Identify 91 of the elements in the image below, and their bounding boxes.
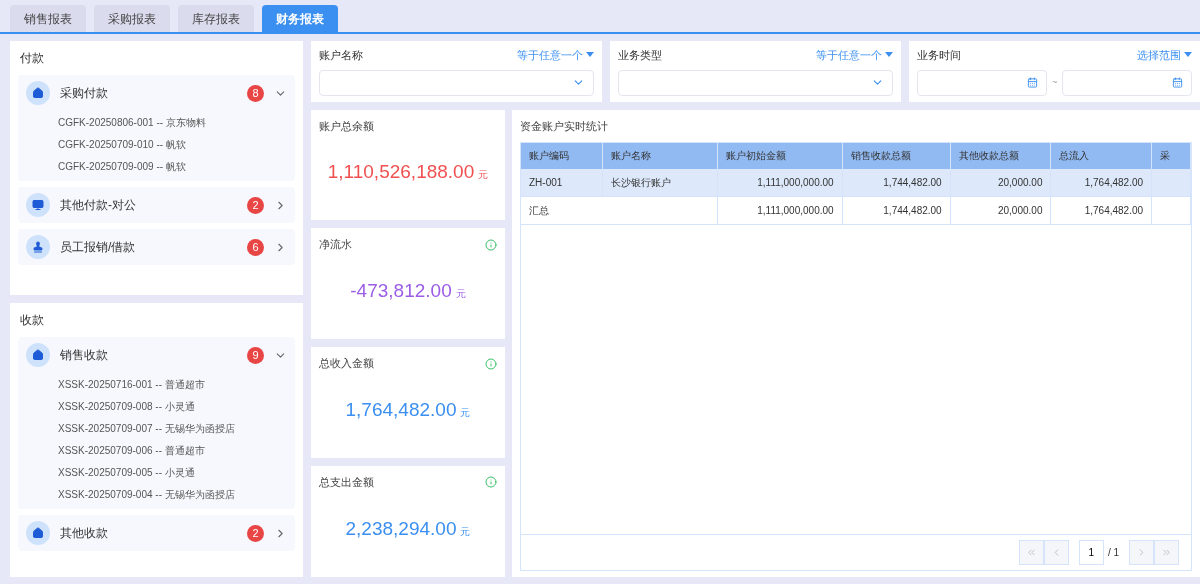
menu-subitem[interactable]: XSSK-20250709-006 -- 普通超市 xyxy=(58,439,295,461)
table-row[interactable]: ZH-001 长沙银行账户 1,111,000,000.00 1,744,482.00 20,000.00 1,764,482.00 xyxy=(521,168,1191,197)
select-field[interactable] xyxy=(319,69,594,96)
monitor-icon xyxy=(26,193,50,217)
menu-item[interactable]: 采购付款 8 xyxy=(18,75,295,111)
table-cell: 1,764,482.00 xyxy=(1050,168,1152,197)
menu-item[interactable]: 员工报销/借款 6 xyxy=(18,229,295,265)
count-badge: 8 xyxy=(247,84,264,102)
date-field[interactable] xyxy=(1062,69,1192,96)
menu-item[interactable]: 其他收款 2 xyxy=(18,515,295,551)
menu-subitem[interactable]: XSSK-20250709-008 -- 小灵通 xyxy=(58,395,295,417)
menu-label: 采购付款 xyxy=(60,85,109,102)
caret-icon xyxy=(586,52,594,59)
date-field[interactable] xyxy=(917,69,1047,96)
count-badge: 9 xyxy=(247,346,264,364)
filter-mode-dropdown[interactable]: 选择范围 xyxy=(1137,47,1192,64)
table-cell: 汇总 xyxy=(521,196,718,225)
table-cell: ZH-001 xyxy=(521,168,603,197)
count-badge: 6 xyxy=(247,238,264,256)
next-page-button[interactable] xyxy=(1129,540,1154,565)
menu-subitem[interactable]: XSSK-20250716-001 -- 普通超市 xyxy=(58,373,295,395)
menu-subitem[interactable]: XSSK-20250709-007 -- 无锡华为函授店 xyxy=(58,417,295,439)
filter-label: 账户名称 xyxy=(319,48,363,63)
column-header: 账户编码 xyxy=(521,142,603,169)
stat-title: 账户总余额 xyxy=(319,118,374,134)
table-cell: 1,744,482.00 xyxy=(842,196,951,225)
filter-mode-dropdown[interactable]: 等于任意一个 xyxy=(517,47,594,64)
tab[interactable]: 采购报表 xyxy=(94,5,170,32)
stat-unit: 元 xyxy=(478,168,489,183)
menu-subitem[interactable]: XSSK-20250709-004 -- 无锡华为函授店 xyxy=(58,483,295,505)
tab[interactable]: 销售报表 xyxy=(10,5,86,32)
section-title: 收款 xyxy=(19,312,45,329)
table-cell: 1,744,482.00 xyxy=(842,168,951,197)
tab[interactable]: 库存报表 xyxy=(178,5,254,32)
house-icon xyxy=(26,81,50,105)
stat-value: 2,238,294.00 xyxy=(345,516,457,541)
filter-label: 业务类型 xyxy=(618,48,662,63)
column-header: 账户初始金额 xyxy=(717,142,843,169)
page-total: / 1 xyxy=(1107,546,1119,560)
filter-label: 业务时间 xyxy=(917,48,961,63)
filter-mode-dropdown[interactable]: 等于任意一个 xyxy=(816,47,893,64)
table-cell: 1,764,482.00 xyxy=(1050,196,1152,225)
table-row[interactable]: 汇总 1,111,000,000.00 1,744,482.00 20,000.00 1,764,482.00 xyxy=(521,196,1191,225)
menu-label: 其他收款 xyxy=(60,525,109,542)
menu-label: 销售收款 xyxy=(60,347,109,364)
stat-title: 总收入金额 xyxy=(319,356,374,372)
calendar-icon xyxy=(1172,77,1183,88)
menu-subitem[interactable]: CGFK-20250709-009 -- 帆软 xyxy=(58,155,295,177)
menu-label: 其他付款-对公 xyxy=(60,197,137,214)
stat-title: 净流水 xyxy=(319,237,352,253)
menu-subitem[interactable]: CGFK-20250709-010 -- 帆软 xyxy=(58,133,295,155)
menu-label: 员工报销/借款 xyxy=(60,239,137,256)
stamp-icon xyxy=(26,235,50,259)
double-chevron-left-icon xyxy=(1025,547,1037,558)
first-page-button[interactable] xyxy=(1018,540,1044,565)
column-header: 采 xyxy=(1151,142,1191,169)
select-field[interactable] xyxy=(618,69,893,96)
count-badge: 2 xyxy=(247,196,264,214)
stat-value: 1,764,482.00 xyxy=(345,397,457,422)
table-title: 资金账户实时统计 xyxy=(520,118,609,134)
range-separator: ~ xyxy=(1051,75,1058,89)
table-cell: 1,111,000,000.00 xyxy=(717,168,843,197)
caret-icon xyxy=(885,52,893,59)
menu-subitem[interactable]: XSSK-20250709-005 -- 小灵通 xyxy=(58,461,295,483)
last-page-button[interactable] xyxy=(1154,540,1179,565)
table-cell: 20,000.00 xyxy=(950,196,1051,225)
stat-value: -473,812.00 xyxy=(350,278,452,303)
double-chevron-right-icon xyxy=(1161,547,1172,558)
column-header: 账户名称 xyxy=(602,142,718,169)
table-cell: 20,000.00 xyxy=(950,168,1051,197)
column-header: 销售收款总额 xyxy=(842,142,951,169)
stat-value: 1,110,526,188.00 xyxy=(327,159,475,184)
table-cell: 长沙银行账户 xyxy=(602,168,718,197)
stat-unit: 元 xyxy=(460,524,471,539)
count-badge: 2 xyxy=(247,524,264,542)
stat-unit: 元 xyxy=(455,287,466,302)
caret-icon xyxy=(1184,52,1192,59)
house-icon xyxy=(26,521,50,545)
table-cell: 1,111,000,000.00 xyxy=(717,196,843,225)
column-header: 其他收款总额 xyxy=(950,142,1051,169)
section-title: 付款 xyxy=(19,50,45,67)
calendar-icon xyxy=(1026,77,1038,88)
column-header: 总流入 xyxy=(1050,142,1152,169)
menu-item[interactable]: 其他付款-对公 2 xyxy=(18,187,295,223)
page-input[interactable]: 1 xyxy=(1078,540,1104,565)
stat-title: 总支出金额 xyxy=(319,475,374,491)
stat-unit: 元 xyxy=(460,405,471,420)
menu-subitem[interactable]: CGFK-20250806-001 -- 京东物料 xyxy=(58,111,295,133)
menu-item[interactable]: 销售收款 9 xyxy=(18,337,295,373)
prev-page-button[interactable] xyxy=(1043,540,1069,565)
house-icon xyxy=(26,343,50,367)
